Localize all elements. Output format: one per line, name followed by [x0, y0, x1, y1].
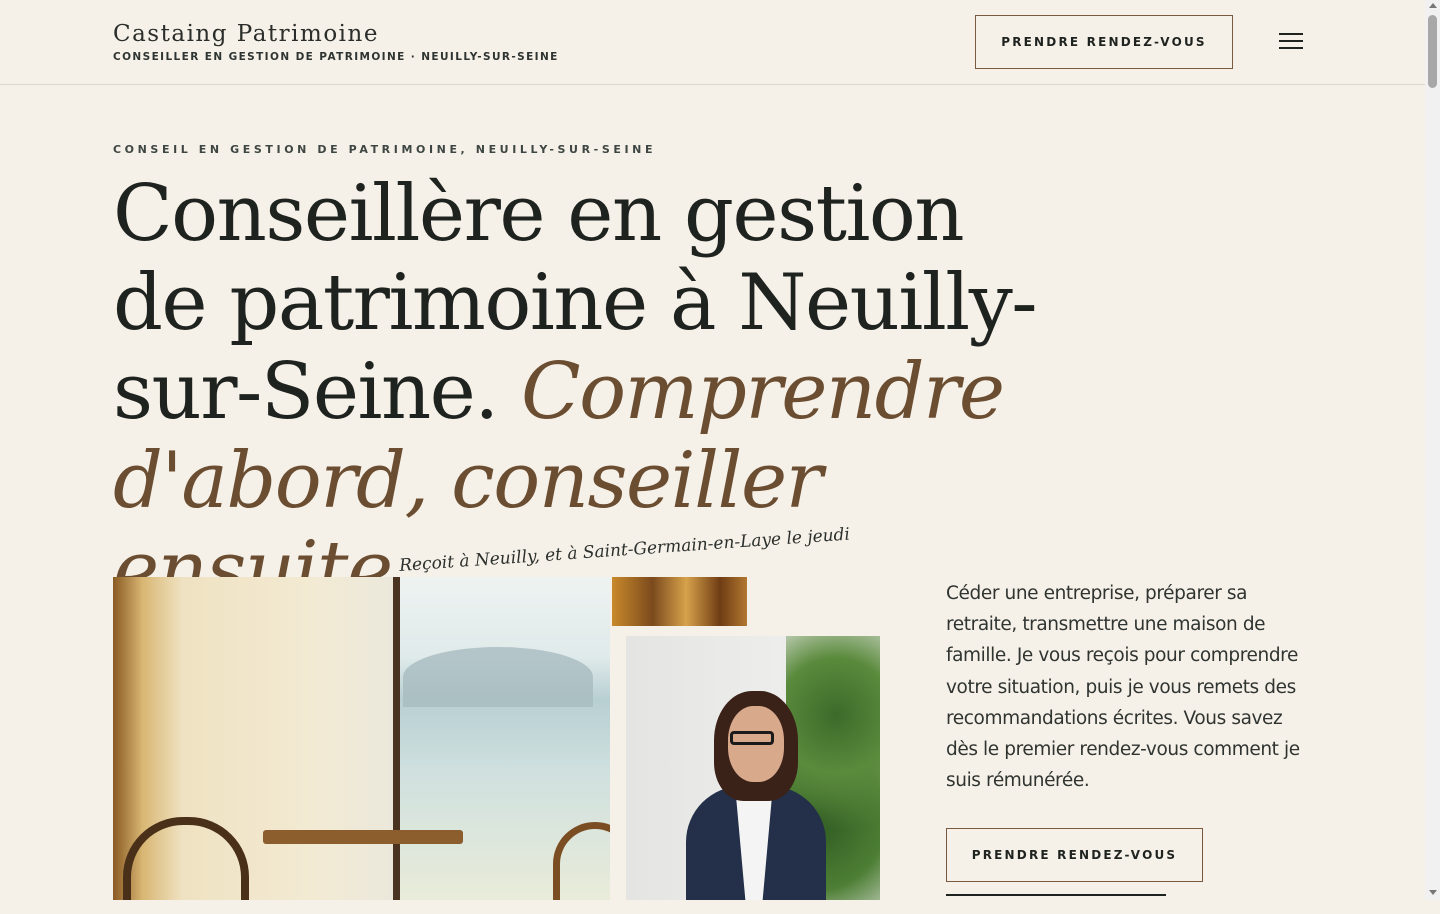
hero-intro-text: Céder une entreprise, préparer sa retrai…: [946, 583, 1300, 792]
brand-tagline: CONSEILLER EN GESTION DE PATRIMOINE · NE…: [113, 51, 559, 63]
hamburger-menu-icon[interactable]: [1279, 33, 1303, 51]
secondary-button-partial[interactable]: [946, 894, 1166, 914]
room-sea-view-photo: [113, 577, 610, 900]
page-scrollbar[interactable]: [1425, 0, 1440, 900]
curtain-photo: [612, 577, 747, 626]
hero-eyebrow: CONSEIL EN GESTION DE PATRIMOINE, NEUILL…: [113, 143, 657, 156]
header-appointment-button[interactable]: PRENDRE RENDEZ-VOUS: [975, 15, 1233, 69]
hero-appointment-button[interactable]: PRENDRE RENDEZ-VOUS: [946, 828, 1203, 882]
scroll-down-arrow-icon[interactable]: [1429, 890, 1437, 895]
scrollbar-thumb[interactable]: [1428, 15, 1437, 88]
brand[interactable]: Castaing Patrimoine CONSEILLER EN GESTIO…: [113, 19, 559, 63]
advisor-portrait-photo: [620, 636, 880, 900]
site-header: Castaing Patrimoine CONSEILLER EN GESTIO…: [0, 0, 1425, 85]
brand-name[interactable]: Castaing Patrimoine: [113, 19, 559, 49]
scroll-up-arrow-icon[interactable]: [1429, 3, 1437, 8]
